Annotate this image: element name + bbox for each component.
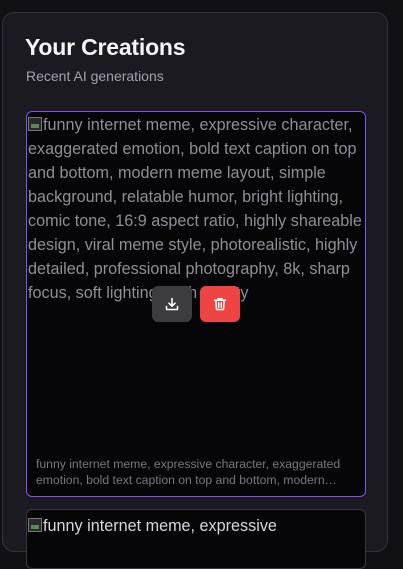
card-actions — [152, 286, 240, 322]
download-icon — [165, 297, 179, 311]
image-alt-text: funny internet meme, expressive characte… — [27, 113, 365, 305]
page-title: Your Creations — [25, 34, 186, 60]
image-alt-text: funny internet meme, expressive — [27, 514, 365, 538]
creation-card[interactable]: funny internet meme, expressive characte… — [26, 111, 366, 497]
delete-button[interactable] — [200, 286, 240, 322]
creation-caption: funny internet meme, expressive characte… — [36, 457, 341, 487]
broken-image-icon — [28, 117, 42, 131]
image-alt-label: funny internet meme, expressive — [43, 517, 277, 535]
broken-image-icon — [28, 518, 42, 532]
image-alt-label: funny internet meme, expressive characte… — [28, 116, 362, 302]
page-subtitle: Recent AI generations — [26, 68, 164, 84]
download-button[interactable] — [152, 286, 192, 322]
creation-card[interactable]: funny internet meme, expressive — [26, 509, 366, 569]
trash-icon — [213, 298, 227, 311]
